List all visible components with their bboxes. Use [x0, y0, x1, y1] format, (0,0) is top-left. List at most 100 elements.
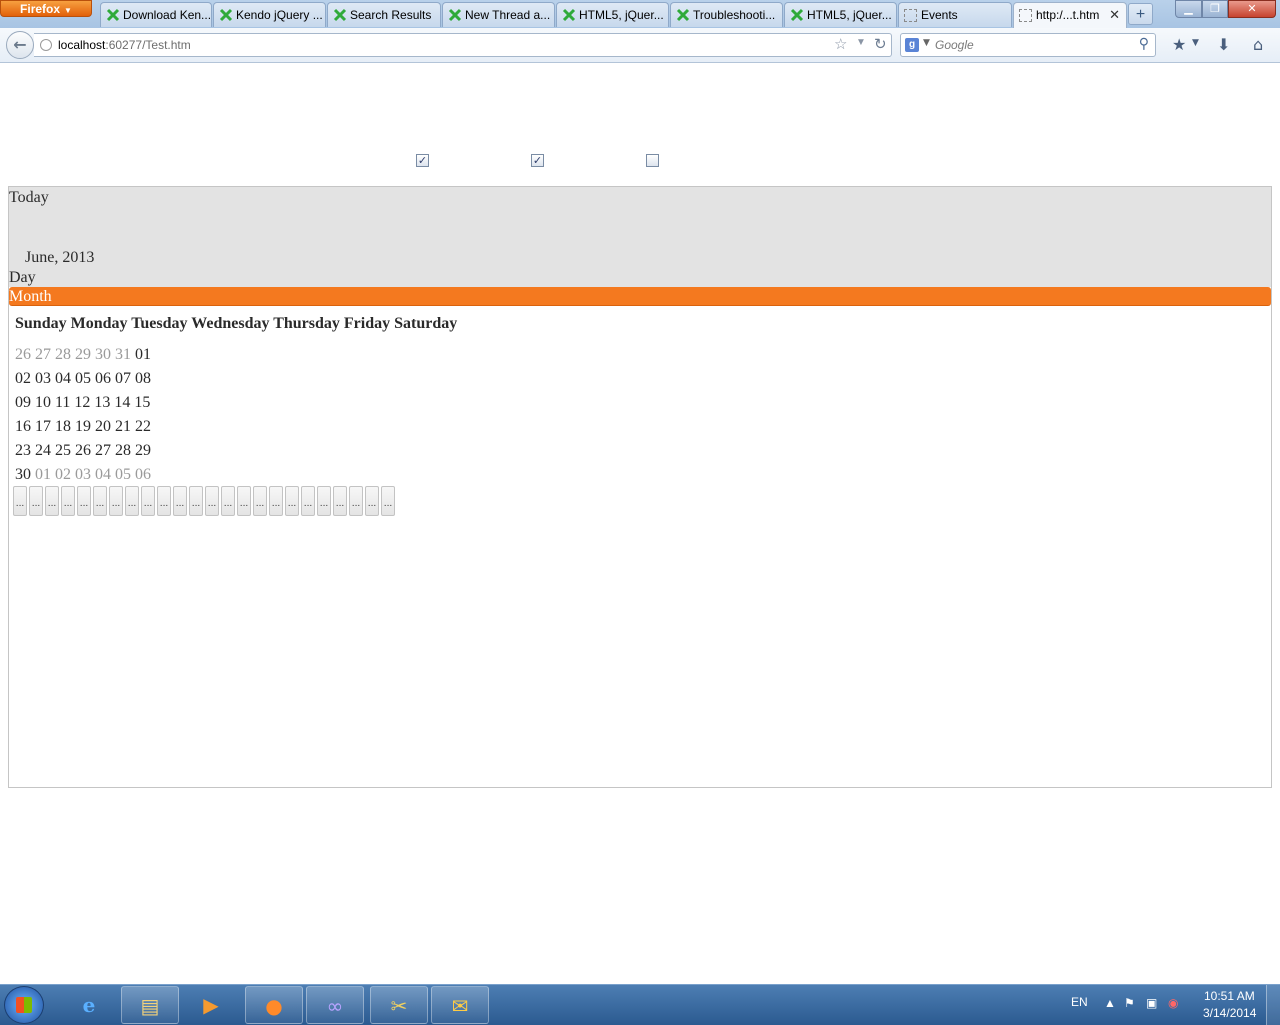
close-window-button[interactable]: ✕	[1228, 0, 1276, 18]
day-cell[interactable]: 30	[15, 466, 31, 484]
time-slot-button[interactable]: ...	[205, 486, 219, 516]
time-slot-button[interactable]: ...	[125, 486, 139, 516]
day-cell[interactable]: 13	[94, 394, 110, 412]
firefox-menu-button[interactable]: Firefox ▼	[0, 0, 92, 17]
time-slot-button[interactable]: ...	[77, 486, 91, 516]
reload-icon[interactable]: ↻	[874, 35, 887, 53]
downloads-icon[interactable]: ⬇	[1217, 35, 1230, 54]
other-month-day-cell[interactable]: 04	[95, 466, 111, 484]
day-cell[interactable]: 08	[135, 370, 151, 388]
other-month-day-cell[interactable]: 30	[95, 346, 111, 364]
volume-muted-icon[interactable]: ◉	[1168, 996, 1178, 1010]
search-engine-dropdown-icon[interactable]: ▼	[923, 38, 930, 48]
time-slot-button[interactable]: ...	[285, 486, 299, 516]
day-cell[interactable]: 29	[135, 442, 151, 460]
day-cell[interactable]: 12	[74, 394, 90, 412]
time-slot-button[interactable]: ...	[61, 486, 75, 516]
tab-events[interactable]: Events	[898, 2, 1012, 27]
day-cell[interactable]: 24	[35, 442, 51, 460]
day-view-button[interactable]: Day	[9, 269, 36, 287]
show-hidden-icons-icon[interactable]: ▲	[1104, 996, 1116, 1010]
day-cell[interactable]: 04	[55, 370, 71, 388]
time-slot-button[interactable]: ...	[221, 486, 235, 516]
other-month-day-cell[interactable]: 01	[35, 466, 51, 484]
file-explorer-icon[interactable]: ▤	[121, 986, 179, 1024]
tab-troubleshooting[interactable]: Troubleshooti...	[670, 2, 783, 27]
tab-download-kendo[interactable]: Download Ken...	[100, 2, 212, 27]
google-engine-icon[interactable]: g	[905, 38, 919, 52]
checkbox-1[interactable]: ✓	[416, 154, 429, 167]
time-slot-button[interactable]: ...	[141, 486, 155, 516]
day-cell[interactable]: 28	[115, 442, 131, 460]
bookmarks-menu-icon[interactable]: ★	[1172, 35, 1186, 54]
time-slot-button[interactable]: ...	[93, 486, 107, 516]
time-slot-button[interactable]: ...	[109, 486, 123, 516]
time-slot-button[interactable]: ...	[317, 486, 331, 516]
other-month-day-cell[interactable]: 29	[75, 346, 91, 364]
day-cell[interactable]: 01	[135, 346, 151, 364]
bookmarks-dropdown-icon[interactable]: ▼	[1192, 38, 1199, 48]
time-slot-button[interactable]: ...	[173, 486, 187, 516]
time-slot-button[interactable]: ...	[253, 486, 267, 516]
back-button[interactable]: ←	[6, 31, 34, 59]
today-button[interactable]: Today	[9, 189, 49, 207]
day-cell[interactable]: 15	[134, 394, 150, 412]
day-cell[interactable]: 19	[75, 418, 91, 436]
search-icon[interactable]: ⚲	[1139, 36, 1149, 52]
clock-time[interactable]: 10:51 AM	[1204, 989, 1255, 1003]
tab-kendo-jquery[interactable]: Kendo jQuery ...	[213, 2, 326, 27]
day-cell[interactable]: 11	[55, 394, 70, 412]
day-cell[interactable]: 20	[95, 418, 111, 436]
other-month-day-cell[interactable]: 03	[75, 466, 91, 484]
tab-close-icon[interactable]: ✕	[1109, 3, 1120, 27]
outlook-icon[interactable]: ✉	[431, 986, 489, 1024]
day-cell[interactable]: 05	[75, 370, 91, 388]
time-slot-button[interactable]: ...	[237, 486, 251, 516]
day-cell[interactable]: 26	[75, 442, 91, 460]
tools-app-icon[interactable]: ✂	[370, 986, 428, 1024]
language-indicator[interactable]: EN	[1071, 995, 1088, 1009]
day-cell[interactable]: 03	[35, 370, 51, 388]
day-cell[interactable]: 14	[114, 394, 130, 412]
other-month-day-cell[interactable]: 06	[135, 466, 151, 484]
checkbox-2[interactable]: ✓	[531, 154, 544, 167]
new-tab-button[interactable]: +	[1128, 3, 1153, 25]
time-slot-button[interactable]: ...	[45, 486, 59, 516]
day-cell[interactable]: 18	[55, 418, 71, 436]
bookmark-star-icon[interactable]: ☆	[834, 35, 847, 53]
day-cell[interactable]: 07	[115, 370, 131, 388]
day-cell[interactable]: 06	[95, 370, 111, 388]
tab-test-active[interactable]: http:/...t.htm ✕	[1013, 2, 1127, 28]
day-cell[interactable]: 22	[135, 418, 151, 436]
minimize-button[interactable]: ▁	[1175, 0, 1202, 18]
day-cell[interactable]: 10	[35, 394, 51, 412]
action-center-flag-icon[interactable]: ⚑	[1124, 996, 1135, 1010]
day-cell[interactable]: 27	[95, 442, 111, 460]
clock-date[interactable]: 3/14/2014	[1203, 1006, 1256, 1020]
start-button[interactable]	[4, 986, 44, 1024]
time-slot-button[interactable]: ...	[13, 486, 27, 516]
time-slot-button[interactable]: ...	[333, 486, 347, 516]
month-view-button[interactable]: Month	[9, 287, 1271, 306]
show-desktop-button[interactable]	[1266, 985, 1280, 1025]
url-history-dropdown-icon[interactable]: ▼	[856, 37, 866, 48]
tab-new-thread[interactable]: New Thread a...	[442, 2, 555, 27]
time-slot-button[interactable]: ...	[381, 486, 395, 516]
other-month-day-cell[interactable]: 28	[55, 346, 71, 364]
network-icon[interactable]: ▣	[1146, 996, 1157, 1010]
visual-studio-icon[interactable]: ∞	[306, 986, 364, 1024]
day-cell[interactable]: 25	[55, 442, 71, 460]
time-slot-button[interactable]: ...	[301, 486, 315, 516]
other-month-day-cell[interactable]: 26	[15, 346, 31, 364]
internet-explorer-icon[interactable]: e	[60, 986, 118, 1024]
url-text[interactable]: localhost:60277/Test.htm	[58, 38, 191, 52]
other-month-day-cell[interactable]: 27	[35, 346, 51, 364]
day-cell[interactable]: 02	[15, 370, 31, 388]
time-slot-button[interactable]: ...	[269, 486, 283, 516]
day-cell[interactable]: 21	[115, 418, 131, 436]
other-month-day-cell[interactable]: 31	[115, 346, 131, 364]
tab-html5-jquery-1[interactable]: HTML5, jQuer...	[556, 2, 669, 27]
checkbox-3[interactable]	[646, 154, 659, 167]
day-cell[interactable]: 16	[15, 418, 31, 436]
date-range-title[interactable]: June, 2013	[25, 249, 94, 267]
